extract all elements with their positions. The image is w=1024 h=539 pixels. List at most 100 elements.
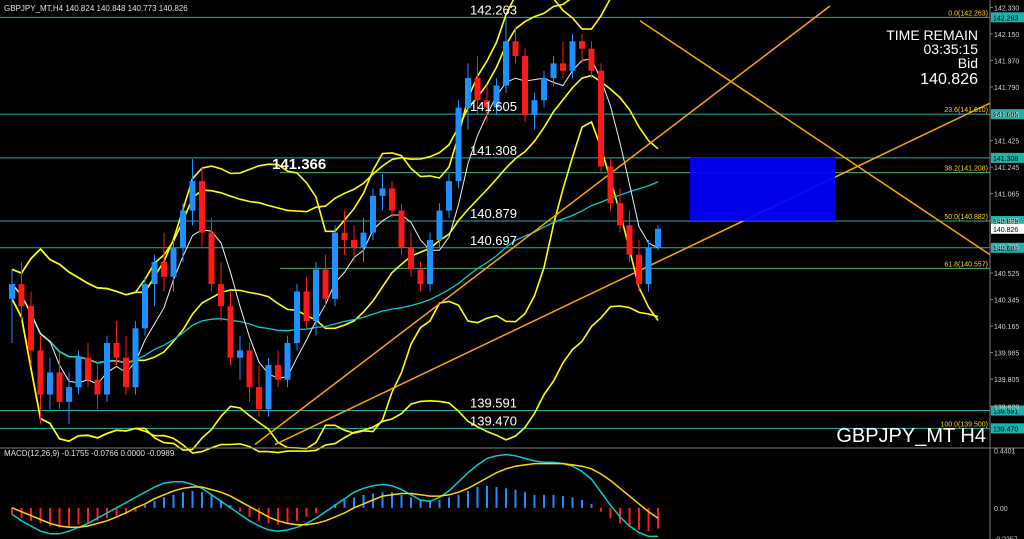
candle-body xyxy=(113,342,120,358)
axis-price-tag-text: 139.470 xyxy=(993,426,1018,433)
candle-body xyxy=(189,181,196,211)
candle-body xyxy=(427,239,433,285)
candle-body xyxy=(626,225,633,255)
macd-axis-label: 0.00 xyxy=(994,506,1008,513)
candle-body xyxy=(503,41,509,86)
candle-body xyxy=(104,342,110,395)
axis-tick-label: 142.150 xyxy=(994,32,1019,39)
level-price-label: 139.470 xyxy=(470,413,517,428)
candle-body xyxy=(294,291,300,343)
axis-tick-label: 140.165 xyxy=(994,324,1019,331)
current-price-tag-text: 140.826 xyxy=(993,227,1018,234)
fib-level-label: 38.2(141.208) xyxy=(944,166,988,173)
candle-body xyxy=(47,372,53,395)
supply-zone-box xyxy=(690,157,835,221)
candle-body xyxy=(436,210,443,240)
candle-body xyxy=(227,306,234,358)
candle-body xyxy=(370,195,376,233)
macd-axis-label: 0.4401 xyxy=(994,449,1016,456)
candle-body xyxy=(218,284,224,307)
candle-body xyxy=(341,232,348,240)
axis-price-tag-text: 141.308 xyxy=(993,156,1018,163)
candle-body xyxy=(208,232,215,285)
candle-body xyxy=(303,291,310,321)
candle-body xyxy=(398,210,405,248)
candle-body xyxy=(284,342,291,380)
candle-body xyxy=(541,78,547,101)
fib-level-label: 0.0(142.263) xyxy=(948,10,988,17)
level-price-label: 140.879 xyxy=(470,206,517,221)
price-chart[interactable]: 142.263 0.0(142.263) 141.605 23.6(141.610) 1… xyxy=(0,0,1024,539)
candle-body xyxy=(180,210,186,248)
candle-body xyxy=(645,247,652,285)
candle-body xyxy=(256,387,262,410)
axis-tick-label: 141.065 xyxy=(994,192,1019,199)
candle-body xyxy=(246,350,253,388)
candle-body xyxy=(560,63,566,71)
candle-body xyxy=(322,269,329,299)
candle-body xyxy=(579,41,585,49)
candle-body xyxy=(275,365,281,380)
axis-price-tag-text: 142.263 xyxy=(993,15,1018,22)
candle-body xyxy=(237,350,243,358)
candle-body xyxy=(531,100,538,115)
candle-body xyxy=(142,284,148,329)
candle-body xyxy=(161,262,167,277)
candle-body xyxy=(18,284,25,307)
symbol-watermark: GBPJPY_MT H4 xyxy=(836,425,986,447)
candle-body xyxy=(417,269,424,285)
candle-body xyxy=(408,247,414,270)
axis-tick-label: 141.605 xyxy=(994,112,1019,119)
candle-body xyxy=(655,228,661,248)
level-price-label: 141.308 xyxy=(470,143,517,158)
candle-body xyxy=(85,357,91,380)
symbol-header: GBPJPY_MT,H4 140.824 140.848 140.773 140… xyxy=(4,4,188,13)
candle-body xyxy=(522,56,528,115)
fib-level-label: 61.8(140.557) xyxy=(944,261,988,268)
level-price-label: 140.697 xyxy=(470,233,517,248)
candle-body xyxy=(588,48,595,71)
candle-body xyxy=(132,328,139,388)
axis-tick-label: 139.620 xyxy=(994,404,1019,411)
candle-body xyxy=(474,78,481,101)
axis-tick-label: 140.525 xyxy=(994,271,1019,278)
fib-level-label: 23.6(141.610) xyxy=(944,107,988,114)
macd-header: MACD(12,26,9) -0.1755 -0.0766 0.0000 -0.… xyxy=(4,449,175,458)
candle-body xyxy=(360,232,367,248)
candle-body xyxy=(56,372,63,402)
candle-body xyxy=(123,357,129,388)
candle-body xyxy=(455,107,462,182)
candle-body xyxy=(607,166,614,204)
bid-label: Bid xyxy=(958,55,978,71)
candle-body xyxy=(265,365,272,410)
axis-tick-label: 142.330 xyxy=(994,5,1019,12)
candle-body xyxy=(379,188,386,196)
candle-body xyxy=(351,239,357,248)
candle-body xyxy=(94,379,101,395)
level-price-label: 142.263 xyxy=(470,2,517,17)
axis-tick-label: 141.790 xyxy=(994,85,1019,92)
axis-tick-label: 141.970 xyxy=(994,58,1019,65)
candle-body xyxy=(9,284,15,299)
candle-body xyxy=(75,357,82,388)
candle-body xyxy=(199,181,205,233)
bid-value: 140.826 xyxy=(920,71,978,88)
candle-body xyxy=(598,70,604,167)
candle-body xyxy=(37,350,44,395)
axis-tick-label: 139.805 xyxy=(994,377,1019,384)
candle-body xyxy=(313,269,319,321)
candle-body xyxy=(446,181,452,211)
candle-body xyxy=(512,41,519,57)
level-price-label: 141.605 xyxy=(470,99,517,114)
candle-body xyxy=(550,63,557,79)
candle-body xyxy=(389,188,395,211)
candle-body xyxy=(170,247,177,277)
highlight-price-label: 141.366 xyxy=(272,156,326,173)
candle-body xyxy=(28,306,34,351)
axis-tick-label: 141.245 xyxy=(994,165,1019,172)
candle-body xyxy=(66,387,72,402)
candle-body xyxy=(332,232,338,299)
candle-body xyxy=(617,203,623,226)
axis-tick-label: 140.345 xyxy=(994,298,1019,305)
axis-tick-label: 140.705 xyxy=(994,245,1019,252)
